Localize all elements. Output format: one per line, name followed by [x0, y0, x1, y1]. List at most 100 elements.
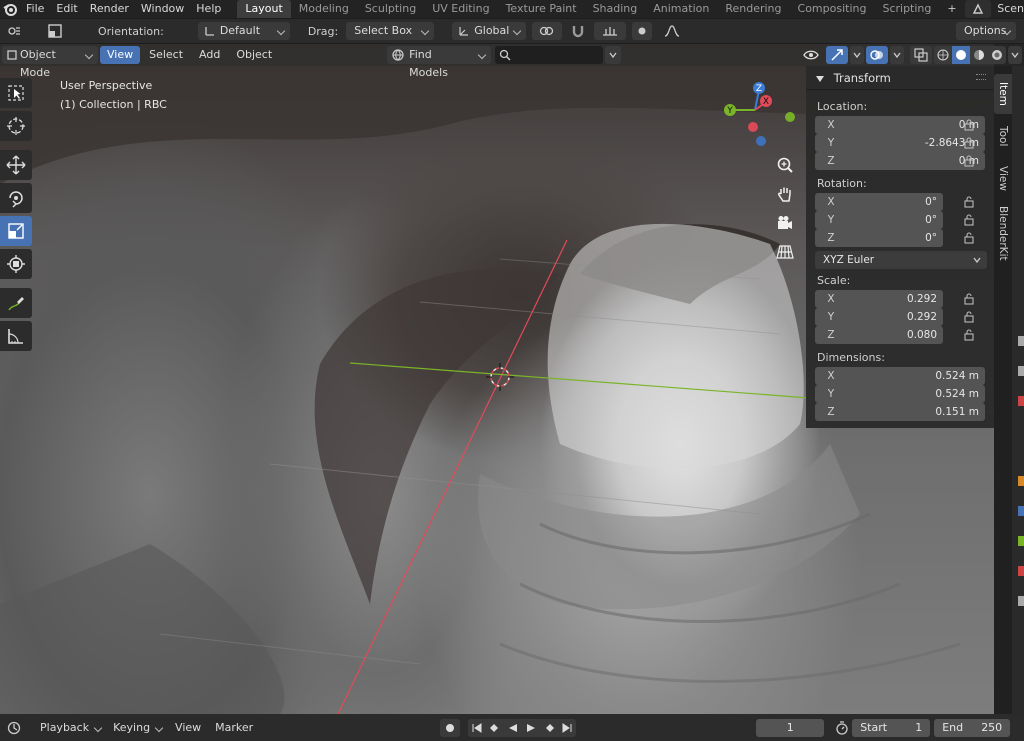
- gizmo-neg-x-icon[interactable]: [748, 122, 758, 132]
- rotation-z-field[interactable]: Z 0°: [815, 229, 943, 247]
- scale-tool[interactable]: [0, 216, 32, 246]
- lock-icon[interactable]: [963, 329, 975, 341]
- playback-dropdown[interactable]: Playback: [34, 719, 107, 737]
- select-box-tool[interactable]: [0, 78, 32, 108]
- tab-modeling[interactable]: Modeling: [291, 0, 357, 18]
- timeline-editor-type-icon[interactable]: [2, 719, 26, 737]
- record-keyframe-icon[interactable]: [440, 718, 461, 737]
- stopwatch-icon[interactable]: [832, 719, 852, 737]
- start-frame-field[interactable]: Start 1: [852, 718, 931, 737]
- object-mode-dropdown[interactable]: Object Mode: [2, 46, 98, 79]
- dimensions-x-field[interactable]: X 0.524 m: [815, 367, 985, 385]
- timeline-view-menu[interactable]: View: [168, 719, 208, 737]
- lock-icon[interactable]: [963, 196, 975, 208]
- annotate-tool[interactable]: [0, 288, 32, 318]
- tab-layout[interactable]: Layout: [237, 0, 291, 18]
- shading-menu-chevron-icon[interactable]: [1008, 46, 1022, 64]
- zoom-button[interactable]: [774, 154, 796, 176]
- sidebar-tab-view[interactable]: View: [994, 158, 1012, 198]
- scale-z-field[interactable]: Z 0.080: [815, 326, 943, 344]
- gizmo-menu-chevron-icon[interactable]: [850, 46, 864, 64]
- tab-texture-paint[interactable]: Texture Paint: [498, 0, 585, 18]
- menu-select[interactable]: Select: [142, 46, 190, 64]
- rotation-mode-dropdown[interactable]: XYZ Euler: [815, 251, 987, 269]
- menu-edit[interactable]: Edit: [50, 0, 83, 18]
- lock-icon[interactable]: [963, 119, 975, 131]
- perspective-toggle-button[interactable]: [774, 241, 796, 263]
- location-x-field[interactable]: X 0 m: [815, 116, 985, 134]
- solid-shading-icon[interactable]: [952, 46, 970, 64]
- timeline-marker-menu[interactable]: Marker: [208, 719, 260, 737]
- menu-help[interactable]: Help: [190, 0, 227, 18]
- 3d-cursor[interactable]: [486, 363, 514, 391]
- proportional-editing-icon[interactable]: [632, 22, 653, 40]
- lock-icon[interactable]: [963, 214, 975, 226]
- measure-tool[interactable]: [0, 321, 32, 351]
- lock-icon[interactable]: [963, 137, 975, 149]
- dimensions-z-field[interactable]: Z 0.151 m: [815, 403, 985, 421]
- tab-sculpting[interactable]: Sculpting: [357, 0, 424, 18]
- tab-compositing[interactable]: Compositing: [790, 0, 875, 18]
- lock-icon[interactable]: [963, 293, 975, 305]
- tab-shading[interactable]: Shading: [585, 0, 646, 18]
- keying-dropdown[interactable]: Keying: [107, 719, 168, 737]
- sidebar-tab-item[interactable]: Item: [994, 74, 1012, 114]
- dimensions-y-field[interactable]: Y 0.524 m: [815, 385, 985, 403]
- jump-next-keyframe-icon[interactable]: [540, 718, 559, 737]
- options-dropdown[interactable]: Options: [956, 22, 1016, 40]
- scale-y-field[interactable]: Y 0.292: [815, 308, 943, 326]
- lock-icon[interactable]: [963, 311, 975, 323]
- play-reverse-icon[interactable]: [504, 718, 523, 737]
- blender-logo-icon[interactable]: [0, 0, 20, 18]
- pan-button[interactable]: [774, 183, 796, 205]
- menu-add[interactable]: Add: [192, 46, 227, 64]
- transform-orientation-dropdown[interactable]: Global: [452, 22, 527, 40]
- sidebar-tab-tool[interactable]: Tool: [994, 116, 1012, 156]
- tab-uv-editing[interactable]: UV Editing: [424, 0, 497, 18]
- blenderkit-search-input[interactable]: [495, 46, 604, 64]
- jump-prev-keyframe-icon[interactable]: [486, 718, 505, 737]
- menu-window[interactable]: Window: [135, 0, 190, 18]
- visibility-eye-icon[interactable]: [798, 46, 824, 64]
- rendered-shading-icon[interactable]: [988, 46, 1006, 64]
- gizmo-toggle-icon[interactable]: [826, 46, 848, 64]
- find-models-dropdown[interactable]: Find Models: [387, 46, 492, 79]
- gizmo-neg-z-icon[interactable]: [756, 136, 766, 146]
- location-z-field[interactable]: Z 0 m: [815, 152, 985, 170]
- rotation-y-field[interactable]: Y 0°: [815, 211, 943, 229]
- pivot-point-icon[interactable]: [532, 22, 563, 40]
- menu-view[interactable]: View: [100, 46, 141, 64]
- transform-panel-header[interactable]: Transform: [806, 66, 994, 90]
- rotation-x-field[interactable]: X 0°: [815, 193, 943, 211]
- transform-tool[interactable]: [0, 249, 32, 279]
- rotate-tool[interactable]: [0, 183, 32, 213]
- lock-icon[interactable]: [963, 155, 975, 167]
- scale-tool-icon[interactable]: [44, 22, 66, 40]
- drag-dropdown[interactable]: Select Box: [346, 22, 435, 40]
- snap-magnet-icon[interactable]: [568, 22, 588, 40]
- add-workspace-button[interactable]: +: [939, 0, 964, 18]
- scene-selector-icon[interactable]: [965, 0, 992, 18]
- falloff-curve-icon[interactable]: [658, 22, 686, 40]
- tab-scripting[interactable]: Scripting: [874, 0, 939, 18]
- navigation-gizmo[interactable]: Z Y X: [718, 80, 798, 150]
- current-frame-field[interactable]: 1: [756, 718, 825, 737]
- jump-start-icon[interactable]: [468, 718, 487, 737]
- drag-handle-icon[interactable]: [976, 74, 986, 80]
- tab-rendering[interactable]: Rendering: [717, 0, 789, 18]
- location-y-field[interactable]: Y -2.8643 m: [815, 134, 985, 152]
- menu-object[interactable]: Object: [229, 46, 279, 64]
- scene-name[interactable]: Scen: [991, 0, 1024, 18]
- play-icon[interactable]: [522, 718, 541, 737]
- overlays-menu-chevron-icon[interactable]: [890, 46, 904, 64]
- tab-animation[interactable]: Animation: [645, 0, 717, 18]
- orientation-dropdown[interactable]: Default: [197, 22, 290, 40]
- menu-render[interactable]: Render: [84, 0, 135, 18]
- snap-increment-icon[interactable]: [594, 22, 627, 40]
- gizmo-neg-y-icon[interactable]: [785, 112, 795, 122]
- xray-toggle-icon[interactable]: [910, 46, 932, 64]
- material-preview-shading-icon[interactable]: [970, 46, 988, 64]
- menu-file[interactable]: File: [20, 0, 50, 18]
- scale-x-field[interactable]: X 0.292: [815, 290, 943, 308]
- move-tool[interactable]: [0, 150, 32, 180]
